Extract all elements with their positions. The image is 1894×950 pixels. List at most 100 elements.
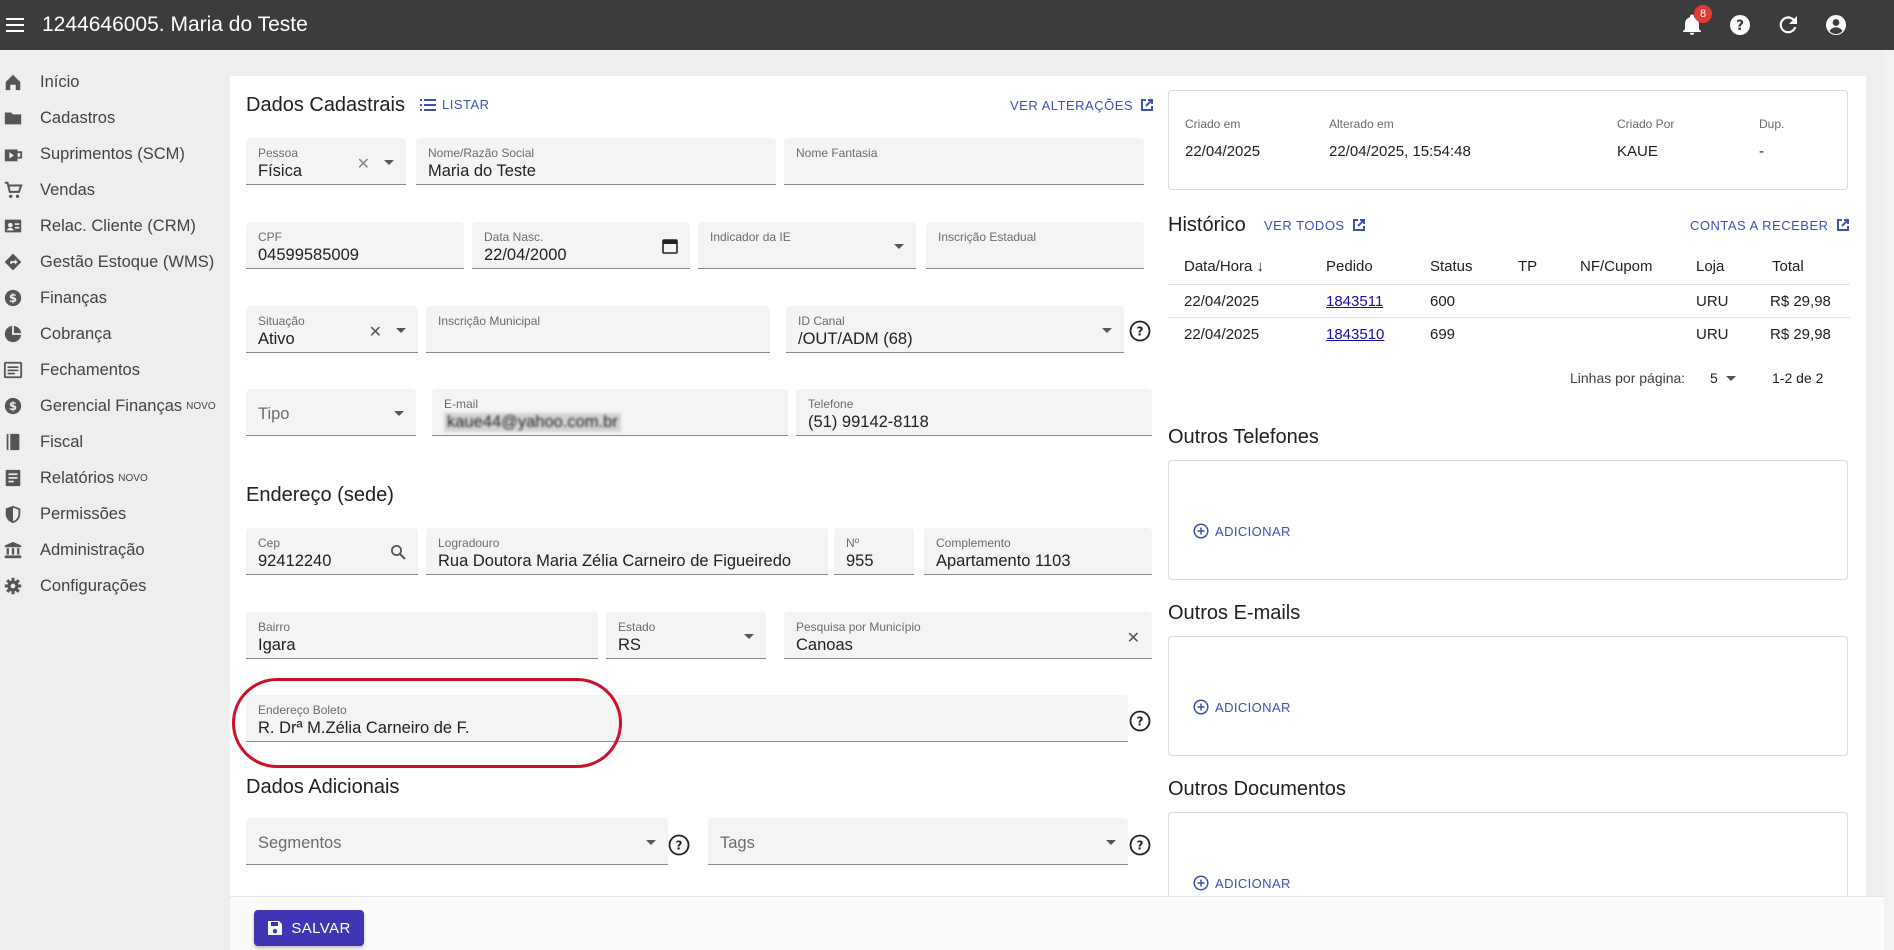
column-header[interactable]: Data/Hora ↓ <box>1184 258 1264 275</box>
sidebar-item-fiscal[interactable]: Fiscal <box>0 424 228 460</box>
cep-field[interactable]: Cep 92412240 <box>246 528 418 575</box>
metadata-card: Criado em 22/04/2025 Alterado em 22/04/2… <box>1168 90 1848 190</box>
contas-receber-button[interactable]: CONTAS A RECEBER <box>1690 217 1851 233</box>
clear-icon[interactable]: ✕ <box>357 154 370 174</box>
column-header[interactable]: Total <box>1772 258 1804 275</box>
pessoa-label: Pessoa <box>258 146 299 160</box>
sidebar-item-suprimentos-scm[interactable]: Suprimentos (SCM) <box>0 136 228 172</box>
inscricao-estadual-field[interactable]: Inscrição Estadual <box>926 222 1144 269</box>
segmentos-select[interactable]: Segmentos <box>246 818 668 865</box>
dup-label: Dup. <box>1759 117 1785 131</box>
rows-per-page-value: 5 <box>1710 370 1718 386</box>
id-canal-label: ID Canal <box>798 314 845 328</box>
id-canal-select[interactable]: ID Canal /OUT/ADM (68) <box>786 306 1124 353</box>
sidebar-item-permissoes[interactable]: Permissões <box>0 496 228 532</box>
listar-button[interactable]: LISTAR <box>420 97 490 112</box>
help-icon[interactable]: ? <box>668 834 690 856</box>
help-button[interactable]: ? <box>1728 13 1752 37</box>
sidebar-item-vendas[interactable]: Vendas <box>0 172 228 208</box>
report-icon <box>2 467 24 489</box>
notifications-button[interactable]: 8 <box>1680 5 1712 37</box>
svg-text:$: $ <box>9 291 17 305</box>
table-row[interactable]: 22/04/2025 1843510 699 URU R$ 29,98 <box>1168 317 1850 350</box>
complemento-field[interactable]: Complemento Apartamento 1103 <box>924 528 1152 575</box>
sidebar-item-relac-cliente-crm[interactable]: Relac. Cliente (CRM) <box>0 208 228 244</box>
cpf-label: CPF <box>258 230 282 244</box>
ver-alteracoes-button[interactable]: VER ALTERAÇÕES <box>1010 97 1155 113</box>
help-icon[interactable]: ? <box>1129 320 1151 342</box>
add-documento-button[interactable]: ADICIONAR <box>1193 875 1291 891</box>
new-tag: NOVO <box>118 472 148 484</box>
account-button[interactable] <box>1824 13 1848 37</box>
endereco-boleto-value: R. Drª M.Zélia Carneiro de F. <box>258 719 470 737</box>
svg-text:?: ? <box>676 839 683 853</box>
nome-fantasia-field[interactable]: Nome Fantasia <box>784 138 1144 185</box>
calendar-icon[interactable] <box>662 238 678 259</box>
column-header[interactable]: Loja <box>1696 258 1724 275</box>
data-nasc-field[interactable]: Data Nasc. 22/04/2000 <box>472 222 690 269</box>
refresh-button[interactable] <box>1776 13 1800 37</box>
outros-telefones-title: Outros Telefones <box>1168 426 1319 448</box>
rows-per-page-select[interactable]: 5 <box>1710 370 1736 386</box>
endereco-boleto-field[interactable]: Endereço Boleto R. Drª M.Zélia Carneiro … <box>246 695 1128 742</box>
data-nasc-value: 22/04/2000 <box>484 246 567 264</box>
sidebar-item-label: Gestão Estoque (WMS) <box>40 252 215 271</box>
indicador-ie-select[interactable]: Indicador da IE <box>698 222 916 269</box>
sidebar-item-label: Relatórios <box>40 468 115 487</box>
sidebar-item-inicio[interactable]: Início <box>0 64 228 100</box>
sidebar-item-gerencial-financas[interactable]: $ Gerencial Finanças NOVO <box>0 388 228 424</box>
pedido-link[interactable]: 1843510 <box>1326 326 1384 343</box>
column-header[interactable]: NF/Cupom <box>1580 258 1653 275</box>
municipio-field[interactable]: Pesquisa por Município Canoas ✕ <box>784 612 1152 659</box>
sidebar-item-administracao[interactable]: Administração <box>0 532 228 568</box>
sidebar-item-cobranca[interactable]: Cobrança <box>0 316 228 352</box>
sidebar-item-financas[interactable]: $ Finanças <box>0 280 228 316</box>
inscricao-municipal-label: Inscrição Municipal <box>438 314 541 328</box>
estado-select[interactable]: Estado RS <box>606 612 766 659</box>
inscricao-municipal-field[interactable]: Inscrição Municipal <box>426 306 770 353</box>
column-header[interactable]: Status <box>1430 258 1473 275</box>
column-header[interactable]: TP <box>1518 258 1537 275</box>
svg-text:?: ? <box>1736 18 1744 34</box>
row-data: 22/04/2025 <box>1184 326 1260 343</box>
clear-icon[interactable]: ✕ <box>369 322 382 342</box>
search-icon[interactable] <box>390 544 406 565</box>
scrollbar[interactable] <box>1884 50 1894 950</box>
pedido-link[interactable]: 1843511 <box>1326 293 1383 310</box>
help-icon[interactable]: ? <box>1129 834 1151 856</box>
bairro-field[interactable]: Bairro Igara <box>246 612 598 659</box>
help-icon[interactable]: ? <box>1129 710 1151 732</box>
tags-select[interactable]: Tags <box>708 818 1128 865</box>
tipo-select[interactable]: Tipo <box>246 389 416 436</box>
numero-field[interactable]: Nº 955 <box>834 528 914 575</box>
nome-field[interactable]: Nome/Razão Social Maria do Teste <box>416 138 776 185</box>
sidebar-item-configuracoes[interactable]: Configurações <box>0 568 228 604</box>
sidebar-item-gestao-estoque-wms[interactable]: Gestão Estoque (WMS) <box>0 244 228 280</box>
nome-value: Maria do Teste <box>428 162 536 180</box>
cart-icon <box>2 179 24 201</box>
ver-todos-button[interactable]: VER TODOS <box>1264 217 1367 233</box>
situacao-select[interactable]: Situação Ativo ✕ <box>246 306 418 353</box>
list-icon <box>420 98 436 111</box>
chevron-down-icon <box>394 411 404 416</box>
table-row[interactable]: 22/04/2025 1843511 600 URU R$ 29,98 <box>1168 284 1850 317</box>
sidebar-item-cadastros[interactable]: Cadastros <box>0 100 228 136</box>
telefone-field[interactable]: Telefone (51) 99142-8118 <box>796 389 1152 436</box>
pessoa-select[interactable]: Pessoa Física ✕ <box>246 138 406 185</box>
close-icon[interactable]: ✕ <box>1127 628 1140 648</box>
sidebar-item-relatorios[interactable]: Relatórios NOVO <box>0 460 228 496</box>
dup-value: - <box>1759 143 1764 160</box>
logradouro-field[interactable]: Logradouro Rua Doutora Maria Zélia Carne… <box>426 528 828 575</box>
book-icon <box>2 431 24 453</box>
add-telefone-button[interactable]: ADICIONAR <box>1193 523 1291 539</box>
sidebar-item-fechamentos[interactable]: Fechamentos <box>0 352 228 388</box>
menu-icon[interactable] <box>4 13 28 37</box>
column-header[interactable]: Pedido <box>1326 258 1373 275</box>
cpf-field[interactable]: CPF 04599585009 <box>246 222 464 269</box>
adicionar-label: ADICIONAR <box>1215 523 1291 539</box>
inscricao-estadual-label: Inscrição Estadual <box>938 230 1037 244</box>
alterado-em-value: 22/04/2025, 15:54:48 <box>1329 143 1471 160</box>
save-button[interactable]: SALVAR <box>254 910 364 946</box>
add-email-button[interactable]: ADICIONAR <box>1193 699 1291 715</box>
email-field[interactable]: E-mail kaue44@yahoo.com.br <box>432 389 788 436</box>
